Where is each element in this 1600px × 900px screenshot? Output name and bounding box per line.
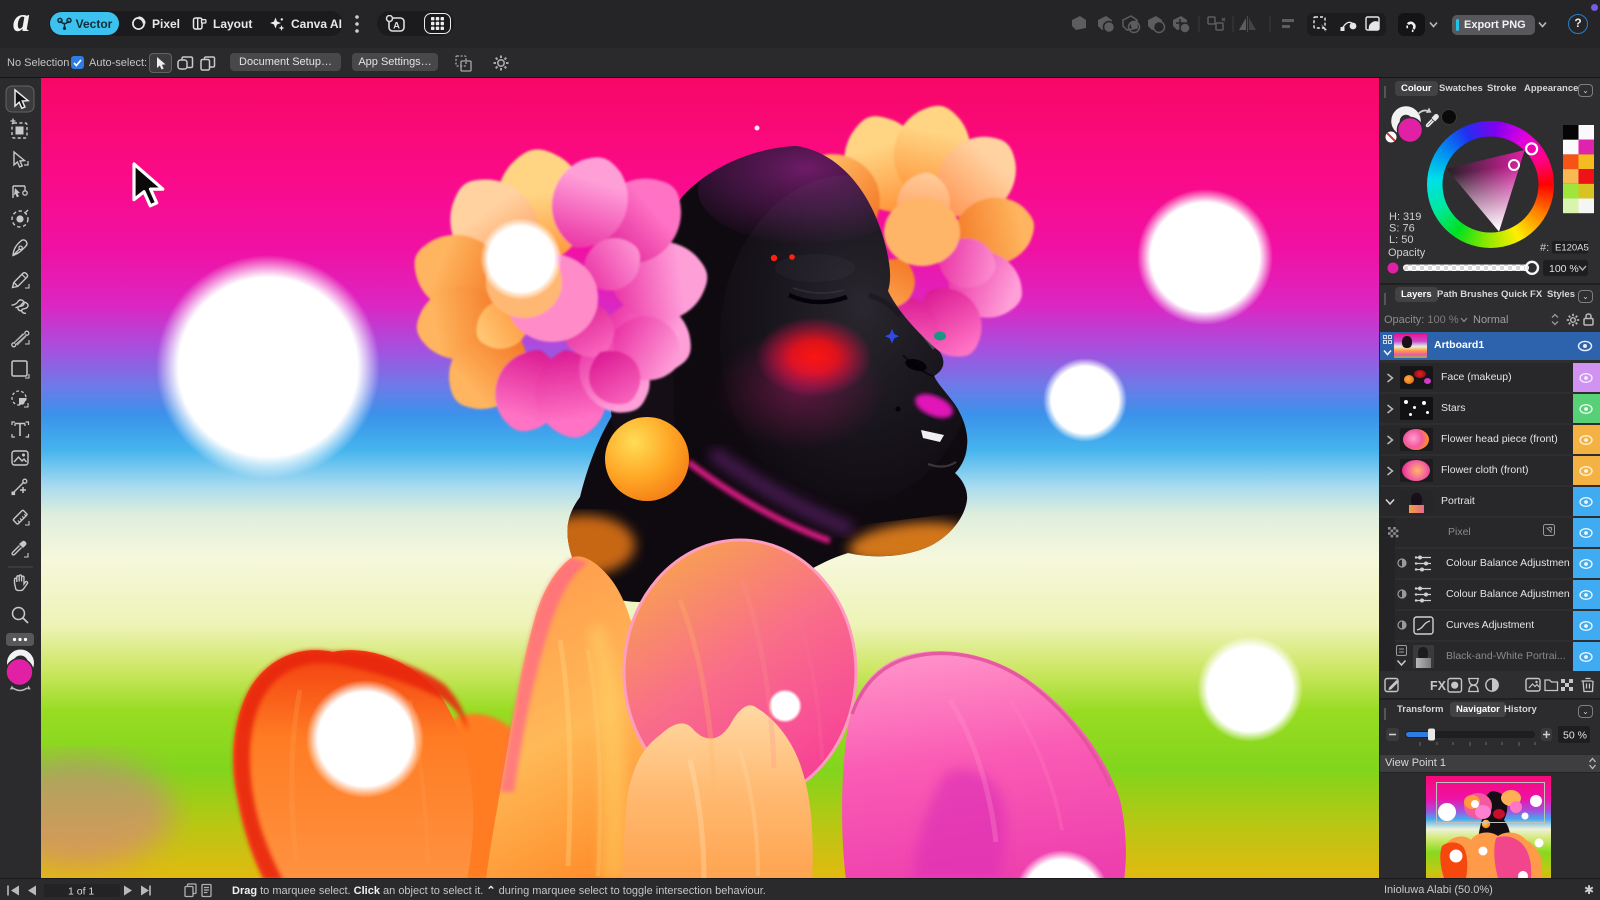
svg-text:#:: #: xyxy=(1540,242,1549,254)
svg-text:E120A5: E120A5 xyxy=(1555,243,1589,254)
svg-text:A: A xyxy=(393,20,400,31)
svg-text:S: 76: S: 76 xyxy=(1389,223,1415,235)
svg-text:100 %: 100 % xyxy=(1549,263,1579,275)
svg-text:H: 319: H: 319 xyxy=(1389,211,1421,223)
svg-text:FX: FX xyxy=(1430,679,1447,693)
svg-text:1 of 1: 1 of 1 xyxy=(68,886,94,898)
svg-text:L: 50: L: 50 xyxy=(1389,234,1413,246)
svg-text:50 %: 50 % xyxy=(1563,730,1587,742)
